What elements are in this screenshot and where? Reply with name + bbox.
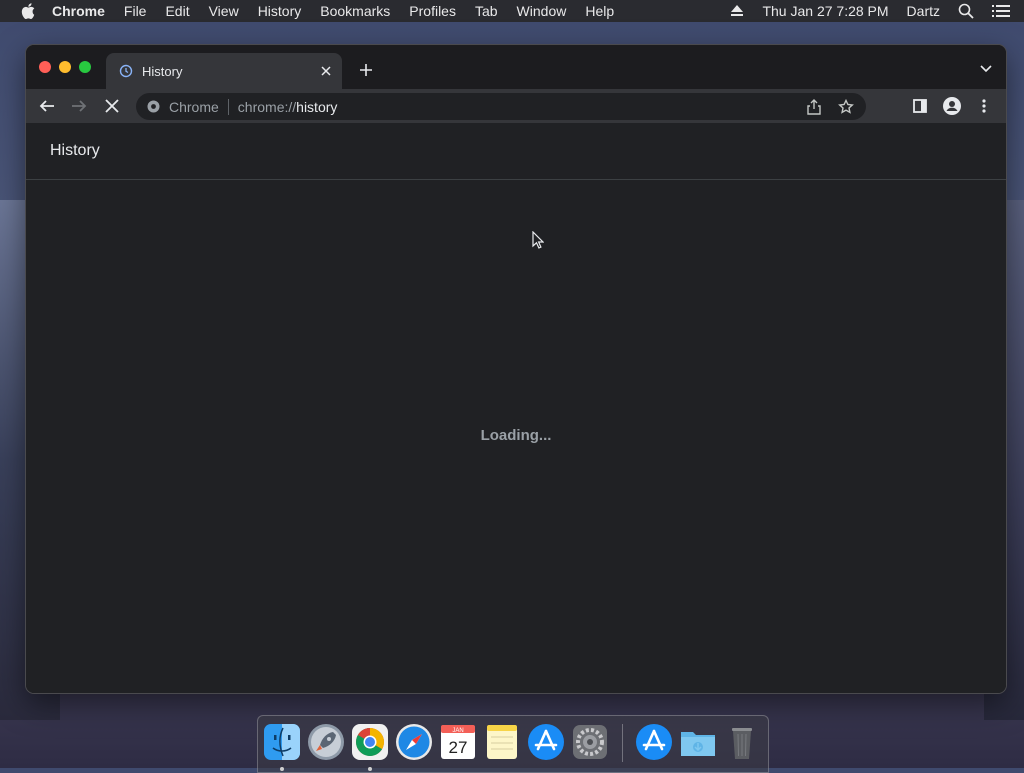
url-text[interactable]: chrome://history — [238, 99, 338, 115]
dock-app-store[interactable] — [526, 722, 566, 762]
dock-chrome[interactable] — [350, 722, 390, 771]
dock-calendar[interactable]: JAN 27 — [438, 722, 478, 762]
spotlight-search-icon[interactable] — [958, 3, 974, 19]
back-button[interactable] — [37, 96, 57, 116]
calendar-icon: JAN 27 — [441, 725, 475, 759]
chrome-logo-icon — [146, 100, 160, 114]
menu-edit[interactable]: Edit — [165, 3, 189, 19]
profile-avatar-button[interactable] — [942, 96, 962, 116]
browser-window: History Chrome chrome://history History … — [26, 45, 1006, 693]
trash-icon — [732, 728, 752, 759]
page-content: History Loading... — [26, 123, 1006, 693]
tab-close-icon[interactable] — [318, 63, 334, 79]
apple-menu-icon[interactable] — [18, 0, 38, 22]
site-chip-label[interactable]: Chrome — [169, 99, 219, 115]
dock-launchpad[interactable] — [306, 722, 346, 762]
dock-separator — [622, 724, 623, 762]
dock-app-store-recent[interactable] — [634, 722, 674, 762]
clock[interactable]: Thu Jan 27 7:28 PM — [762, 3, 888, 19]
page-header: History — [26, 123, 1006, 180]
control-center-icon[interactable] — [992, 4, 1010, 18]
user-name[interactable]: Dartz — [907, 3, 940, 19]
menu-tab[interactable]: Tab — [475, 3, 498, 19]
calendar-month-label: JAN — [452, 728, 463, 734]
menu-help[interactable]: Help — [585, 3, 614, 19]
chrome-icon — [352, 724, 388, 760]
safari-compass-icon — [396, 724, 432, 760]
menu-bookmarks[interactable]: Bookmarks — [320, 3, 390, 19]
menu-view[interactable]: View — [209, 3, 239, 19]
window-zoom-button[interactable] — [79, 61, 91, 73]
gear-icon — [573, 725, 607, 759]
tab-search-chevron-icon[interactable] — [978, 61, 994, 77]
app-store-icon — [528, 724, 564, 760]
history-icon — [118, 63, 134, 79]
address-bar-divider — [227, 98, 229, 115]
calendar-day-label: 27 — [449, 738, 468, 757]
dock-notes[interactable] — [482, 722, 522, 762]
forward-button[interactable] — [69, 96, 89, 116]
dock-safari[interactable] — [394, 722, 434, 762]
menu-file[interactable]: File — [124, 3, 147, 19]
menu-history[interactable]: History — [258, 3, 302, 19]
mouse-pointer-icon — [532, 231, 544, 249]
tab-strip: History — [26, 45, 1006, 89]
url-host: history — [296, 98, 338, 115]
app-store-icon — [636, 724, 672, 760]
url-scheme: chrome:// — [237, 98, 297, 115]
dock-finder[interactable] — [262, 722, 302, 771]
tab-title: History — [142, 63, 183, 79]
dock: JAN 27 — [257, 715, 769, 773]
browser-toolbar: Chrome chrome://history — [26, 89, 1006, 123]
finder-icon — [264, 724, 300, 760]
dock-downloads-folder[interactable] — [678, 722, 718, 762]
more-menu-icon[interactable] — [974, 96, 994, 116]
launchpad-rocket-icon — [308, 724, 344, 760]
address-bar[interactable]: Chrome chrome://history — [136, 93, 866, 120]
bookmark-star-icon[interactable] — [836, 97, 856, 117]
window-minimize-button[interactable] — [59, 61, 71, 73]
menu-window[interactable]: Window — [517, 3, 567, 19]
menu-bar: Chrome File Edit View History Bookmarks … — [0, 0, 1024, 22]
side-panel-button[interactable] — [910, 96, 930, 116]
loading-message: Loading... — [480, 427, 552, 444]
dock-trash[interactable] — [722, 722, 762, 762]
menu-app-name[interactable]: Chrome — [52, 3, 105, 19]
new-tab-button[interactable] — [356, 60, 376, 80]
share-icon[interactable] — [804, 97, 824, 117]
tab-history[interactable]: History — [106, 53, 342, 89]
menu-profiles[interactable]: Profiles — [409, 3, 456, 19]
page-title: History — [50, 142, 100, 159]
window-close-button[interactable] — [39, 61, 51, 73]
dock-system-preferences[interactable] — [570, 722, 610, 762]
eject-icon[interactable] — [730, 5, 744, 17]
stop-loading-button[interactable] — [102, 96, 122, 116]
folder-icon — [681, 732, 715, 756]
notes-icon — [487, 725, 517, 759]
